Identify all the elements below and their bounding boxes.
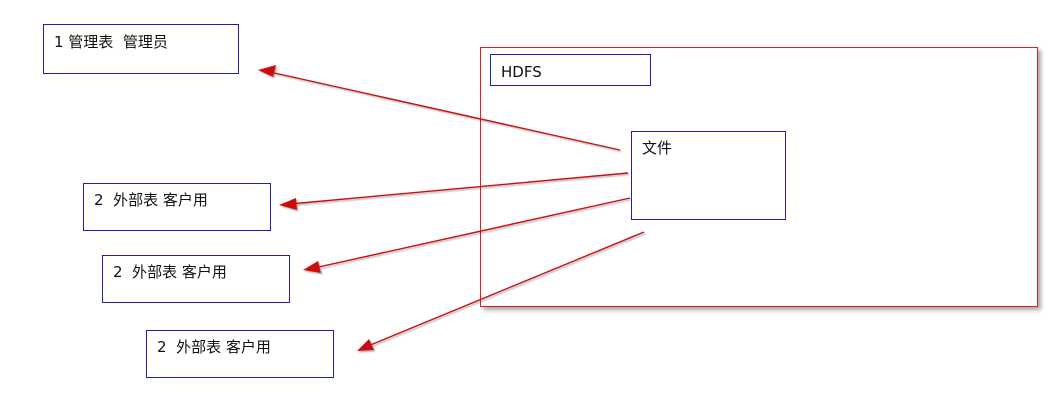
admin-table-label: 1 管理表 管理员 <box>54 33 168 51</box>
admin-table-box: 1 管理表 管理员 <box>43 24 239 74</box>
external-table-box-2: 2 外部表 客户用 <box>102 255 290 303</box>
external-table-label-1: 2 外部表 客户用 <box>94 191 208 209</box>
file-box: 文件 <box>631 131 786 220</box>
external-table-label-3: 2 外部表 客户用 <box>157 338 271 356</box>
hdfs-label: HDFS <box>501 63 542 81</box>
external-table-box-3: 2 外部表 客户用 <box>146 330 334 378</box>
external-table-label-2: 2 外部表 客户用 <box>113 263 227 281</box>
hdfs-label-box: HDFS <box>490 54 651 86</box>
external-table-box-1: 2 外部表 客户用 <box>83 183 271 231</box>
file-label: 文件 <box>642 139 673 157</box>
